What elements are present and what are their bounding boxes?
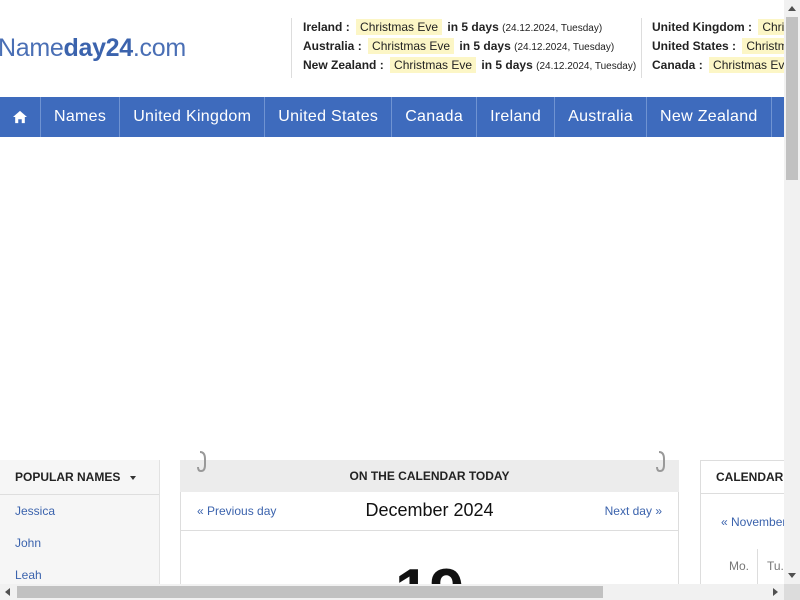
holiday-event-link[interactable]: Christmas Ev [709,57,784,73]
holiday-country: Ireland [303,20,343,34]
holiday-event-link[interactable]: Christmas Eve [390,57,477,73]
calendar-today-widget: ON THE CALENDAR TODAY « Previous day Dec… [180,451,679,584]
holiday-row: United Kingdom : Chri [652,18,784,37]
holiday-row: Australia : Christmas Eve in 5 days (24.… [303,38,615,54]
holiday-event-link[interactable]: Christmas Eve [368,38,455,54]
nav-item-new-zealand[interactable]: New Zealand [647,97,772,137]
holiday-country: United States [652,39,729,53]
name-link[interactable]: Leah [0,559,159,584]
vertical-scrollbar[interactable] [784,0,800,584]
nav-item-names[interactable]: Names [41,97,121,137]
calendar-month: December 2024 [365,500,494,520]
holiday-countdown: in 5 days [459,39,511,53]
popular-names-header[interactable]: POPULAR NAMES [0,460,159,495]
binder-ring-icon [197,451,206,473]
popular-names-sidebar: POPULAR NAMES Jessica John Leah [0,460,160,584]
nav-item-canada[interactable]: Canada [392,97,478,137]
calendar-body: « Previous day December 2024 Next day » … [180,492,679,584]
nav-item-ireland[interactable]: Ireland [477,97,556,137]
calendar-header: ON THE CALENDAR TODAY [180,451,679,492]
holiday-event-link[interactable]: Christmas Eve [356,19,443,35]
holiday-countdown: in 5 days [447,20,499,34]
nav-home[interactable] [0,97,41,137]
scroll-left-icon[interactable] [5,588,10,596]
scroll-right-icon[interactable] [773,588,778,596]
scrollbar-corner [784,584,800,600]
next-day-link[interactable]: Next day » [605,504,662,518]
holiday-country: New Zealand [303,58,377,72]
scroll-down-icon[interactable] [788,573,796,578]
holiday-date: (24.12.2024, Tuesday) [536,61,637,72]
weekday-header: Mo. [729,559,750,573]
binder-ring-icon [656,451,665,473]
logo-part-day24: day24 [63,34,134,62]
site-logo[interactable]: Nameday24.com [0,34,186,63]
upcoming-holidays-panel-2: United Kingdom : Chri United States : Ch… [641,18,784,78]
main-nav: Names United Kingdom United States Canad… [0,97,784,137]
holiday-row: United States : Christm [652,37,784,56]
name-link[interactable]: John [0,527,159,559]
holiday-row: Canada : Christmas Ev [652,56,784,75]
calendar-title: ON THE CALENDAR TODAY [349,469,510,483]
holiday-country: United Kingdom [652,20,745,34]
chevron-down-icon [130,475,137,480]
previous-month-link[interactable]: « November [721,515,784,529]
holiday-row: New Zealand : Christmas Eve in 5 days (2… [303,57,637,73]
holiday-event-link[interactable]: Christm [742,38,784,54]
horizontal-scrollbar[interactable] [0,584,784,600]
weekday-header: Tu. [767,559,784,573]
scroll-up-icon[interactable] [788,6,796,11]
vertical-scroll-thumb[interactable] [786,17,798,180]
nav-item-united-kingdom[interactable]: United Kingdom [120,97,266,137]
calendar-nav: « Previous day December 2024 Next day » [181,492,678,531]
holiday-country: Australia [303,39,355,53]
holiday-date: (24.12.2024, Tuesday) [502,23,603,34]
calendar-day-number: 19 [181,561,678,585]
holiday-date: (24.12.2024, Tuesday) [514,42,615,53]
calendar-sidebar: CALENDAR « November Mo. Tu. [700,460,784,584]
nav-item-united-states[interactable]: United States [265,97,393,137]
divider [757,549,758,584]
logo-part-name: Name [0,34,64,62]
name-link[interactable]: Jessica [0,495,159,527]
horizontal-scroll-thumb[interactable] [17,586,603,598]
holiday-event-link[interactable]: Chri [758,19,784,35]
holiday-row: Ireland : Christmas Eve in 5 days (24.12… [303,19,603,35]
holiday-countdown: in 5 days [481,58,533,72]
home-icon [13,110,27,124]
logo-part-com: .com [132,34,186,62]
upcoming-holidays-panel: Ireland : Christmas Eve in 5 days (24.12… [291,18,636,78]
page: Nameday24.com Ireland : Christmas Eve in… [0,0,784,584]
calendar-sidebar-title: CALENDAR [701,461,784,494]
holiday-country: Canada [652,58,696,72]
nav-item-australia[interactable]: Australia [555,97,648,137]
popular-names-title: POPULAR NAMES [15,470,121,484]
